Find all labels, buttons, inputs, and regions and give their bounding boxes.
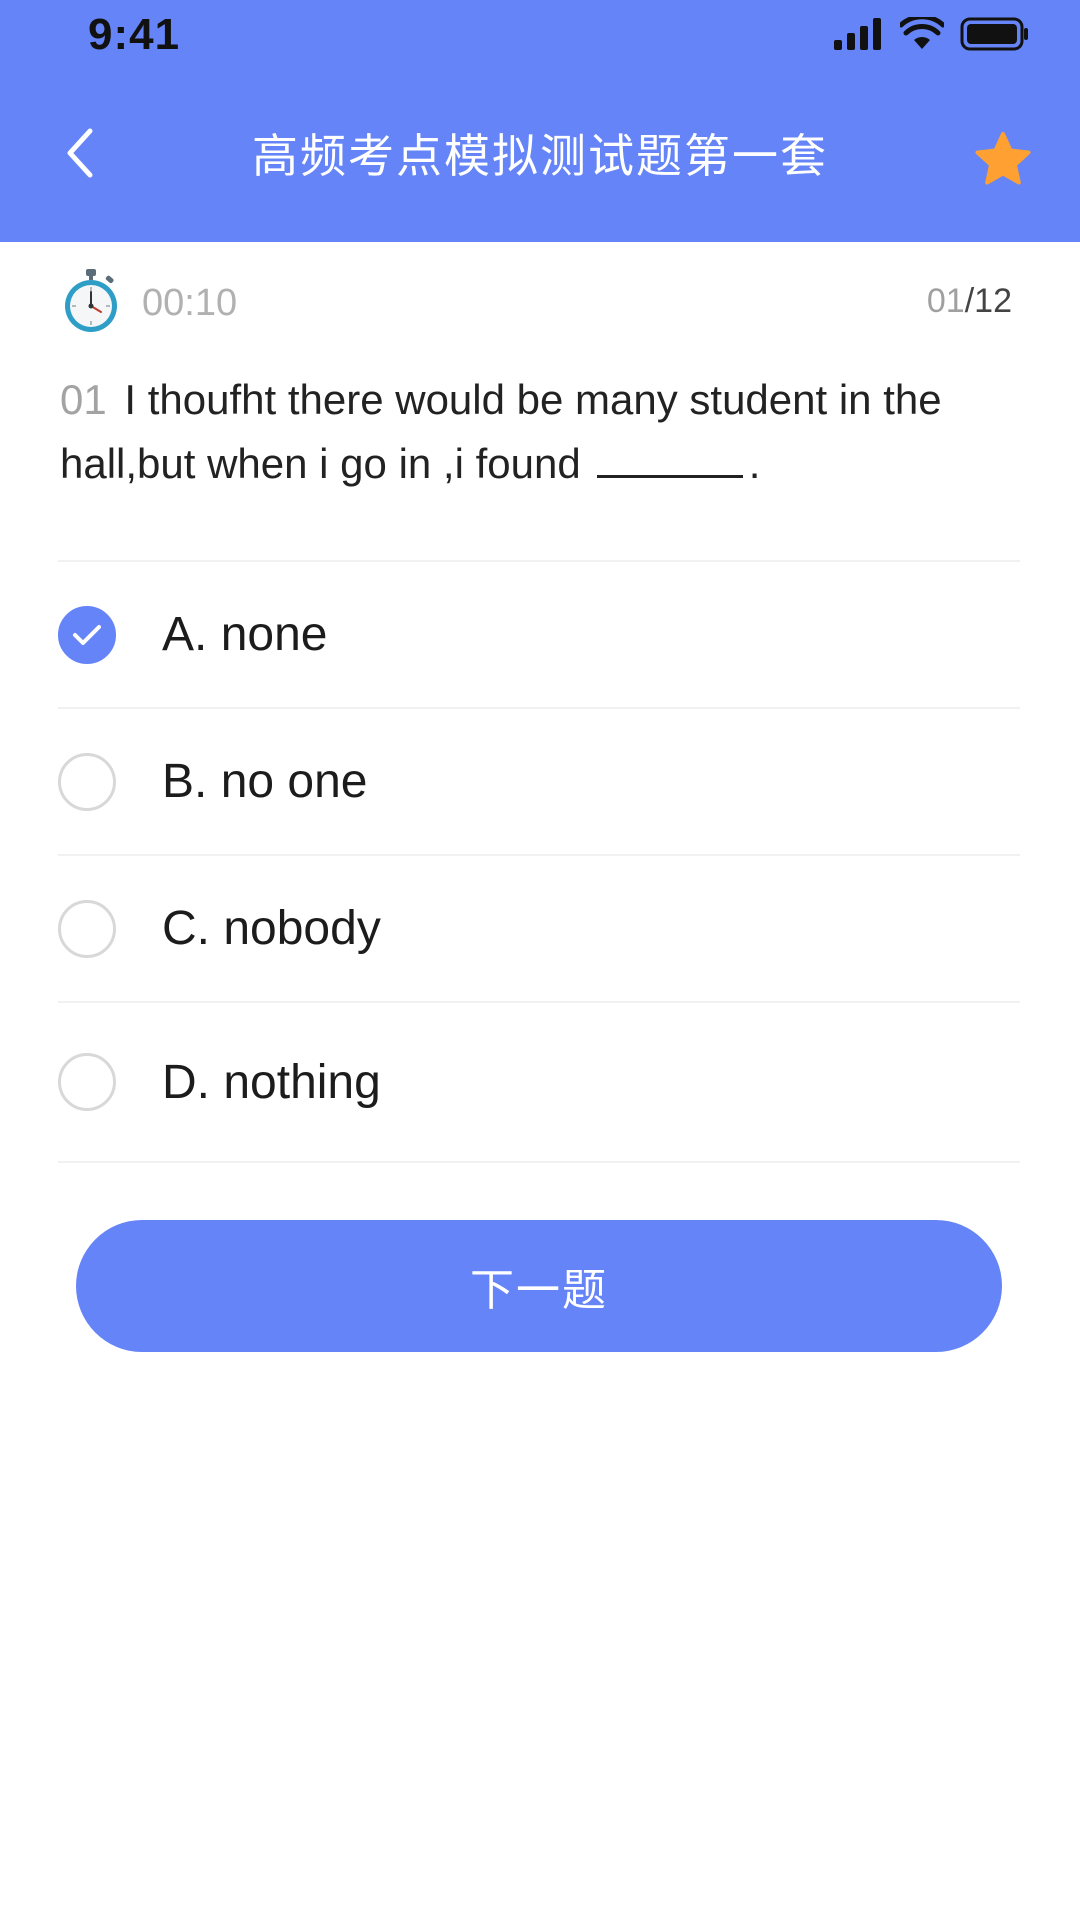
stopwatch-icon — [65, 269, 117, 332]
answer-blank — [596, 445, 743, 478]
question-number: 01 — [60, 376, 107, 423]
question-progress: 01/12 — [927, 282, 1012, 321]
option-label: C. nobody — [162, 902, 381, 955]
favorite-button[interactable] — [968, 124, 1038, 194]
status-time: 9:41 — [88, 10, 181, 59]
answer-options: A. none B. no one C. nobody D. nothing — [58, 560, 1020, 1163]
option-b[interactable]: B. no one — [58, 709, 1020, 856]
next-question-button[interactable]: 下一题 — [76, 1220, 1002, 1352]
progress-current: 01 — [926, 282, 965, 320]
star-icon — [975, 132, 1031, 185]
question-end: . — [748, 440, 761, 487]
header: 9:41 高频考点模拟测试题第一套 — [0, 0, 1080, 242]
radio-unchecked-icon[interactable] — [58, 1053, 116, 1111]
question: 01 I thoufht there would be many student… — [60, 368, 1020, 496]
battery-icon — [960, 17, 1028, 51]
progress-total: 12 — [974, 282, 1012, 320]
option-c[interactable]: C. nobody — [58, 856, 1020, 1003]
wifi-icon — [900, 17, 944, 49]
timer-text: 00:10 — [142, 282, 238, 324]
option-label: D. nothing — [162, 1055, 381, 1109]
option-label: B. no one — [162, 755, 368, 808]
status-icons — [834, 14, 1030, 54]
cellular-signal-icon — [834, 18, 881, 50]
option-d[interactable]: D. nothing — [58, 1003, 1020, 1163]
page-title: 高频考点模拟测试题第一套 — [252, 130, 828, 182]
option-label: A. none — [162, 608, 328, 661]
checkmark-icon — [73, 624, 101, 645]
progress-separator: / — [964, 282, 975, 320]
question-text: I thoufht there would be many student in… — [60, 376, 942, 487]
radio-unchecked-icon[interactable] — [58, 752, 116, 811]
option-a[interactable]: A. none — [58, 562, 1020, 709]
radio-unchecked-icon[interactable] — [58, 899, 116, 958]
radio-checked-icon[interactable] — [58, 605, 116, 664]
